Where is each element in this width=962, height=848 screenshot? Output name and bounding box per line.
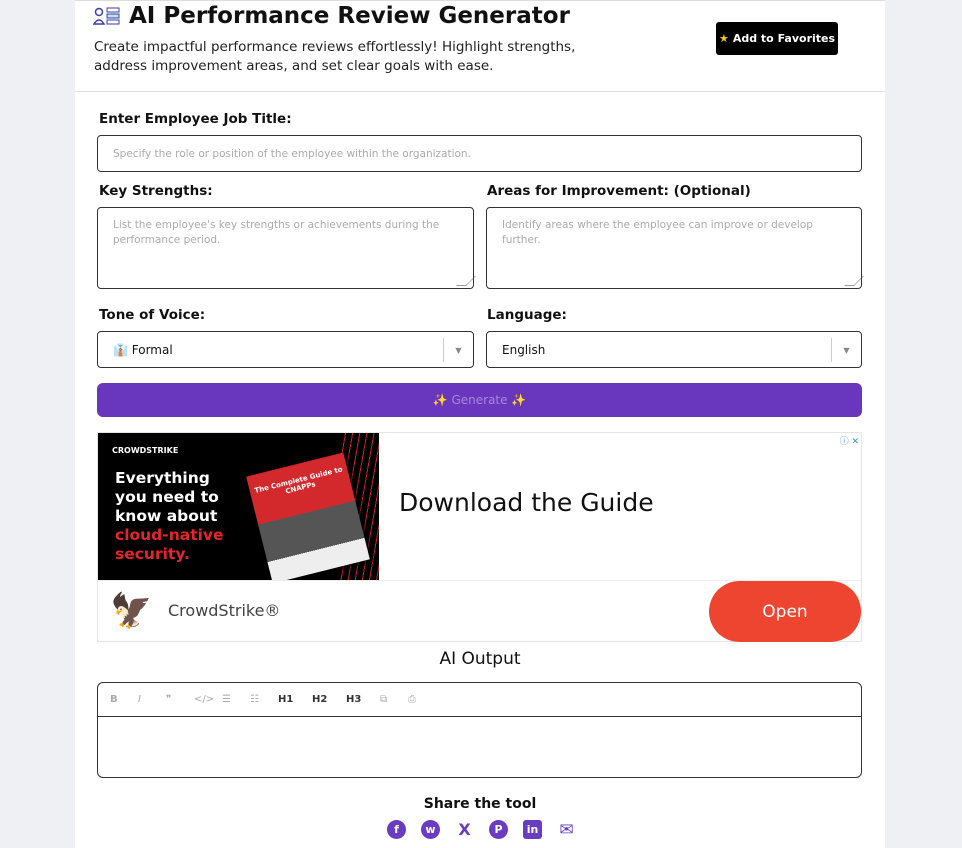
heading1-button[interactable]: H1 <box>278 694 312 705</box>
review-icon <box>93 7 120 25</box>
ad-image[interactable]: CROWDSTRIKE Everything you need to know … <box>98 433 379 580</box>
strengths-textarea[interactable]: List the employee's key strengths or ach… <box>97 207 476 289</box>
tool-card: AI Performance Review Generator Create i… <box>75 0 885 848</box>
heading2-button[interactable]: H2 <box>312 694 346 705</box>
share-title: Share the tool <box>423 796 537 812</box>
linkedin-icon[interactable]: in <box>523 820 542 839</box>
ad-cta-text[interactable]: Download the Guide <box>399 488 654 517</box>
advertisement[interactable]: CROWDSTRIKE Everything you need to know … <box>97 432 862 642</box>
ad-headline-1: Everything you need to know about <box>115 469 219 525</box>
star-icon: ★ <box>718 32 729 45</box>
tone-select[interactable]: 👔 Formal ▼ <box>97 331 474 368</box>
ordered-list-button[interactable]: ☰ <box>222 694 250 705</box>
quote-button[interactable]: ❞ <box>166 694 194 705</box>
book-title: The Complete Guide to CNAPPs <box>253 465 344 496</box>
advertiser-name: CrowdStrike® <box>168 601 281 620</box>
editor-toolbar: B I ❞ </> ☰ ☷ H1 H2 H3 ⧉ ⎙ <box>98 683 861 717</box>
facebook-icon[interactable]: f <box>387 820 406 839</box>
heading3-button[interactable]: H3 <box>346 694 380 705</box>
output-title: AI Output <box>439 649 521 669</box>
description: Create impactful performance reviews eff… <box>94 39 576 74</box>
ad-brand: CROWDSTRIKE <box>112 446 179 455</box>
ad-footer: 🦅 CrowdStrike® Open <box>98 580 861 642</box>
code-button[interactable]: </> <box>194 694 222 705</box>
generate-button[interactable]: ✨ Generate ✨ <box>97 383 862 417</box>
language-label: Language: <box>487 307 567 323</box>
language-select[interactable]: English ▼ <box>486 331 862 368</box>
x-icon[interactable]: X <box>455 820 474 839</box>
job-title-input[interactable]: Specify the role or position of the empl… <box>97 135 862 172</box>
bold-button[interactable]: B <box>110 694 138 705</box>
header: AI Performance Review Generator Create i… <box>75 1 885 92</box>
adchoices-icon[interactable]: ⓘ ✕ <box>840 434 859 447</box>
improvement-placeholder: Identify areas where the employee can im… <box>502 219 813 246</box>
italic-button[interactable]: I <box>138 694 166 705</box>
email-icon[interactable]: ✉ <box>557 820 576 840</box>
ad-headline-2: cloud-native security. <box>115 526 224 563</box>
resize-handle[interactable] <box>844 276 864 286</box>
output-editor[interactable]: B I ❞ </> ☰ ☷ H1 H2 H3 ⧉ ⎙ <box>97 682 862 778</box>
bullet-list-button[interactable]: ☷ <box>250 694 278 705</box>
improvement-textarea[interactable]: Identify areas where the employee can im… <box>486 207 864 289</box>
page-title: AI Performance Review Generator <box>93 3 570 29</box>
whatsapp-icon[interactable]: w <box>421 820 440 839</box>
chevron-down-icon: ▼ <box>831 338 861 362</box>
pinterest-icon[interactable]: P <box>489 820 508 839</box>
favorites-label: Add to Favorites <box>732 32 836 45</box>
tone-label: Tone of Voice: <box>99 307 206 323</box>
crowdstrike-logo-icon: 🦅 <box>110 591 153 631</box>
strengths-label: Key Strengths: <box>99 183 213 199</box>
chevron-down-icon: ▼ <box>443 338 473 362</box>
ad-headline: Everything you need to know about cloud-n… <box>115 469 225 564</box>
open-button[interactable]: Open <box>709 581 861 642</box>
job-title-label: Enter Employee Job Title: <box>99 111 292 127</box>
resize-handle[interactable] <box>456 276 476 286</box>
language-value: English <box>502 342 546 357</box>
copy-button[interactable]: ⧉ <box>380 694 408 705</box>
title-text: AI Performance Review Generator <box>129 3 570 29</box>
strengths-placeholder: List the employee's key strengths or ach… <box>113 219 440 246</box>
add-to-favorites-button[interactable]: ★ Add to Favorites <box>716 22 838 55</box>
tone-value: 👔 Formal <box>113 342 173 357</box>
share-icons: f w X P in ✉ <box>387 820 576 840</box>
print-button[interactable]: ⎙ <box>408 694 436 705</box>
improvement-label: Areas for Improvement: (Optional) <box>487 183 751 199</box>
